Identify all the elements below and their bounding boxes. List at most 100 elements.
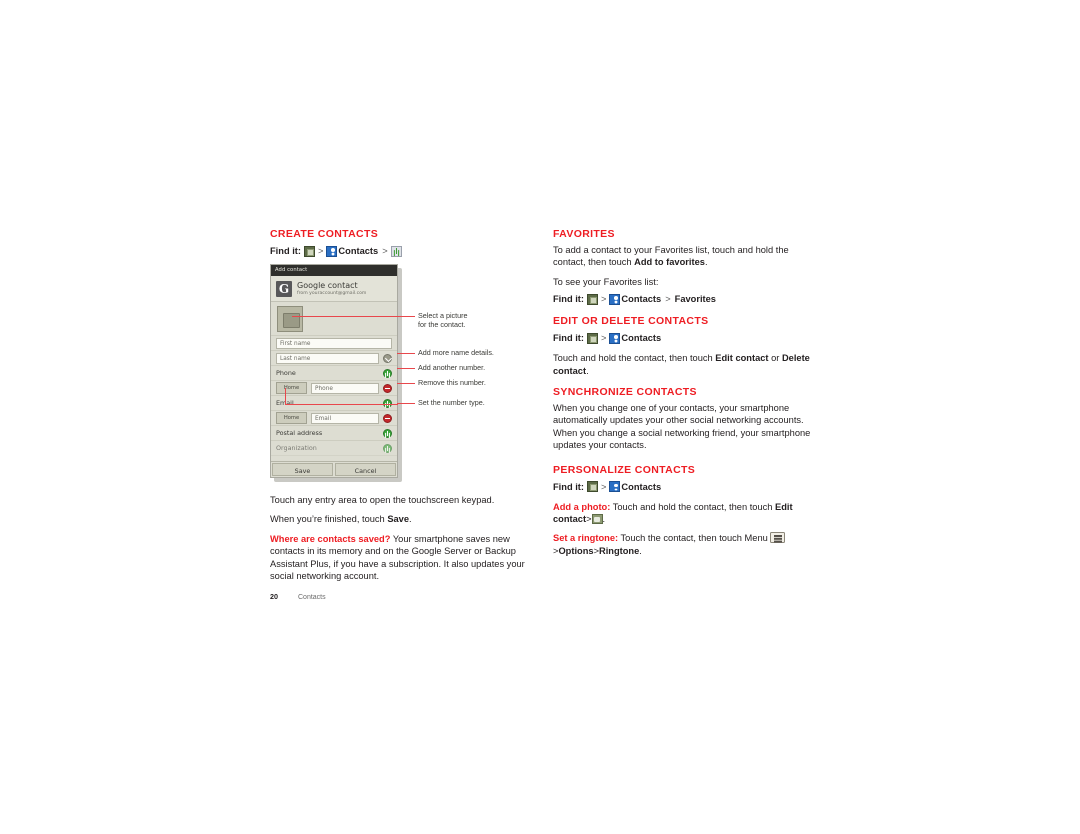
right-column: FAVORITES To add a contact to your Favor… (553, 228, 818, 564)
contacts-icon (609, 332, 621, 344)
add-email-icon[interactable] (383, 398, 392, 408)
plus-icon (390, 245, 402, 257)
callout-set-number-type: Set the number type. (418, 398, 485, 407)
postal-address-label: Postal address (276, 429, 323, 437)
findit-label-favorites: Find it: (553, 294, 584, 305)
expand-name-details-icon[interactable] (383, 353, 392, 363)
findit-separator-2: > (382, 246, 388, 256)
ringtone-lead: Set a ringtone: (553, 533, 619, 544)
apps-icon (586, 481, 598, 493)
ringtone-bold2: Ringtone (599, 545, 640, 556)
menu-icon (770, 532, 786, 544)
chapter-name: Contacts (298, 594, 326, 601)
phone-phone-entry-row[interactable]: Home Phone (271, 381, 397, 396)
edit-p1-mid: or (768, 353, 782, 364)
phone-type-button[interactable]: Home (276, 382, 307, 394)
add-postal-address-icon[interactable] (383, 428, 392, 438)
heading-personalize-contacts: PERSONALIZE CONTACTS (553, 463, 696, 476)
phone-number-input[interactable]: Phone (311, 382, 379, 394)
findit-edit-delete: Find it: > Contacts (553, 331, 818, 345)
ringtone-rest: Touch the contact, then touch Menu (618, 533, 771, 544)
page-number: 20 (270, 592, 278, 601)
save-button[interactable]: Save (272, 463, 333, 476)
manual-page: CREATE CONTACTS Find it: > Contacts > Ad… (0, 0, 1080, 834)
para-p2-bold: Save (387, 514, 410, 525)
leader-line-type-horizontal (285, 404, 398, 406)
leader-line-3 (397, 368, 415, 370)
phone-account-row: G Google contact from youraccount@gmail.… (271, 276, 397, 302)
photo-icon (591, 514, 603, 525)
findit-label-edit-delete: Find it: (553, 333, 584, 344)
contacts-icon (326, 245, 338, 257)
account-name: Google contact (297, 280, 358, 290)
email-section-label: Email (276, 399, 379, 407)
edit-p1-post: . (586, 365, 589, 376)
left-column-body: Touch any entry area to open the touchsc… (270, 494, 535, 589)
para-set-a-ringtone: Set a ringtone: Touch the contact, then … (553, 532, 818, 557)
findit-word-favorites: Favorites (674, 294, 716, 305)
findit-separator: > (317, 246, 324, 256)
findit-personalize: Find it: > Contacts (553, 480, 818, 494)
findit-separator: > (600, 481, 607, 492)
phone-titlebar: Add contact (271, 265, 397, 276)
para-when-finished: When you’re finished, touch Save. (270, 513, 535, 525)
ringtone-bold1: Options (558, 545, 594, 556)
phone-last-name-row[interactable]: Last name (271, 351, 397, 366)
leader-line-5 (397, 403, 415, 405)
findit-word-contacts: Contacts (621, 294, 662, 305)
remove-phone-icon[interactable] (383, 383, 392, 393)
phone-phone-section-row: Phone (271, 366, 397, 381)
add-organization-icon[interactable] (383, 443, 392, 453)
para-where-contacts-saved: Where are contacts saved? Your smartphon… (270, 533, 535, 583)
heading-synchronize-contacts: SYNCHRONIZE CONTACTS (553, 386, 697, 399)
page-footer: 20 Contacts (270, 592, 326, 601)
leader-line-2 (397, 353, 415, 355)
findit-label: Find it: (270, 246, 301, 256)
findit-label-personalize: Find it: (553, 481, 584, 492)
heading-create-contacts: CREATE CONTACTS (270, 228, 379, 240)
contacts-icon (609, 293, 621, 305)
add-photo-lead: Add a photo: (553, 501, 611, 512)
apps-icon (303, 245, 315, 257)
para-p2-post: . (409, 514, 412, 525)
contact-photo-icon[interactable] (277, 305, 303, 332)
findit-separator-2: > (665, 294, 671, 305)
favorites-p1-bold: Add to favorites (634, 257, 705, 268)
email-input[interactable]: Email (311, 412, 379, 424)
cancel-button[interactable]: Cancel (335, 463, 396, 476)
phone-email-entry-row[interactable]: Home Email (271, 411, 397, 426)
callout-1-line-1: Select a picture (418, 311, 468, 320)
findit-separator: > (600, 294, 607, 305)
ringtone-end: . (639, 545, 642, 556)
edit-p1-bold1: Edit contact (715, 353, 769, 364)
left-column: CREATE CONTACTS Find it: > Contacts > (270, 228, 535, 265)
remove-email-icon[interactable] (383, 413, 392, 423)
first-name-input[interactable]: First name (276, 337, 392, 349)
leader-line-4 (397, 383, 415, 385)
email-type-button[interactable]: Home (276, 412, 307, 424)
contacts-icon (609, 481, 621, 493)
phone-screenshot: Add contact G Google contact from yourac… (270, 264, 402, 482)
apps-icon (586, 332, 598, 344)
phone-organization-row: Organization (271, 441, 397, 456)
google-logo-icon: G (276, 280, 292, 297)
para-p2-pre: When you’re finished, touch (270, 514, 388, 525)
para-add-a-photo: Add a photo: Touch and hold the contact,… (553, 501, 818, 526)
favorites-p1-post: . (704, 257, 708, 268)
leader-line-1 (397, 316, 415, 318)
callout-add-another-number: Add another number. (418, 363, 486, 372)
last-name-input[interactable]: Last name (276, 352, 379, 364)
findit-separator: > (600, 333, 607, 344)
leader-line-type-vertical (285, 388, 287, 405)
phone-photo-row[interactable] (271, 302, 397, 336)
findit-word-contacts: Contacts (621, 333, 662, 344)
account-email: from youraccount@gmail.com (297, 290, 367, 296)
para-p3-lead: Where are contacts saved? (270, 533, 391, 544)
phone-first-name-row[interactable]: First name (271, 336, 397, 351)
findit-favorites: Find it: > Contacts > Favorites (553, 292, 818, 306)
add-phone-icon[interactable] (383, 368, 392, 378)
findit-word-contacts: Contacts (621, 481, 662, 492)
para-synchronize: When you change one of your contacts, yo… (553, 403, 811, 451)
phone-button-row: Save Cancel (271, 461, 397, 477)
callout-remove-this-number: Remove this number. (418, 378, 486, 387)
